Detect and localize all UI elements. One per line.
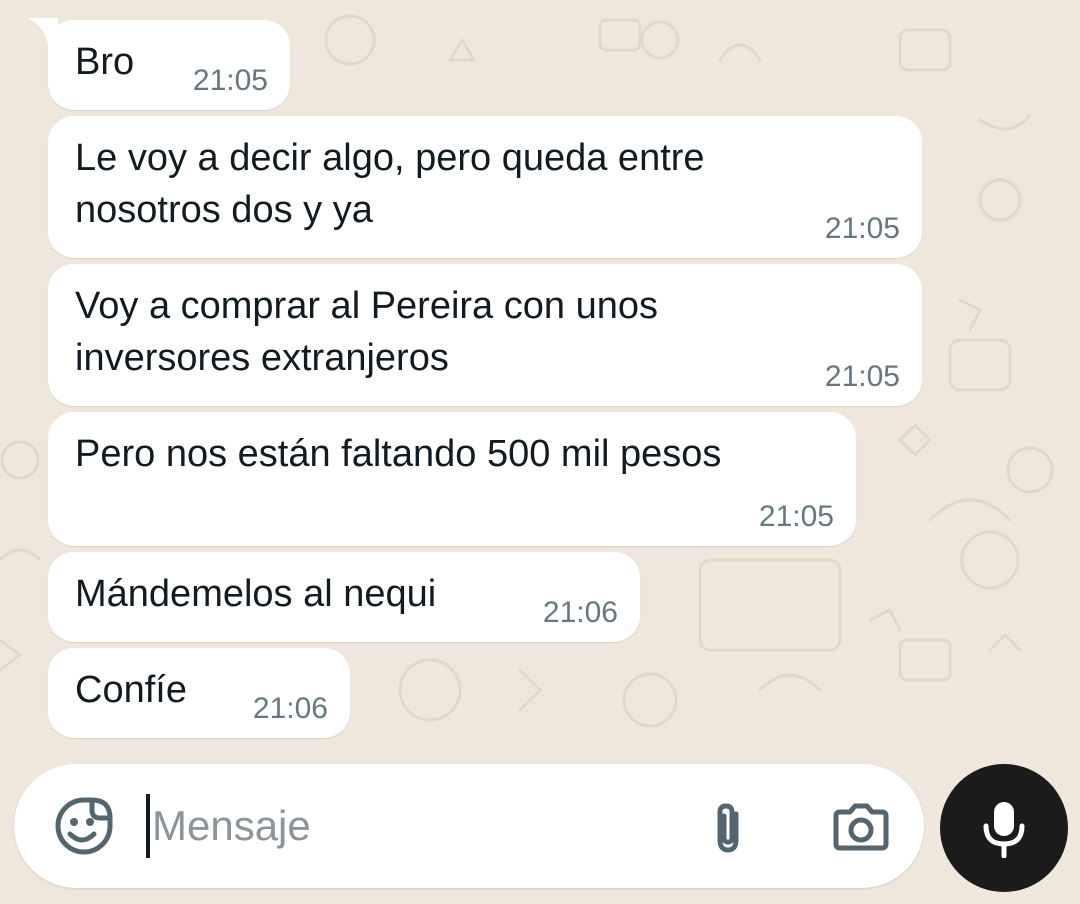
message-timestamp: 21:06: [252, 692, 328, 725]
message-timestamp: 21:05: [758, 500, 834, 533]
message-composer[interactable]: Mensaje: [14, 764, 924, 888]
message-bubble[interactable]: Mándemelos al nequi 21:06: [48, 552, 640, 642]
message-text: Confíe: [75, 669, 187, 711]
message-bubble[interactable]: Le voy a decir algo, pero queda entre no…: [48, 116, 922, 258]
message-timestamp: 21:05: [824, 360, 900, 393]
sticker-emoji-icon[interactable]: [54, 796, 114, 856]
message-text: Mándemelos al nequi: [75, 573, 437, 615]
microphone-icon: [983, 802, 1025, 858]
message-bubble[interactable]: Voy a comprar al Pereira con unos invers…: [48, 264, 922, 406]
message-input[interactable]: Mensaje: [152, 800, 311, 852]
paperclip-icon[interactable]: [708, 800, 748, 856]
message-timestamp: 21:05: [824, 212, 900, 245]
message-list[interactable]: Bro 21:05 Le voy a decir algo, pero qued…: [0, 0, 1080, 760]
message-timestamp: 21:05: [192, 64, 268, 97]
message-timestamp: 21:06: [542, 596, 618, 629]
message-text: Bro: [75, 41, 135, 83]
message-text: Pero nos están faltando 500 mil pesos: [75, 433, 722, 475]
voice-record-button[interactable]: [940, 764, 1068, 892]
camera-icon[interactable]: [832, 802, 890, 852]
message-bubble[interactable]: Bro 21:05: [48, 20, 290, 110]
message-text: Le voy a decir algo, pero queda entre no…: [75, 137, 705, 231]
text-cursor: [146, 794, 150, 858]
message-text: Voy a comprar al Pereira con unos invers…: [75, 285, 658, 379]
message-bubble[interactable]: Pero nos están faltando 500 mil pesos 21…: [48, 412, 856, 546]
message-bubble[interactable]: Confíe 21:06: [48, 648, 350, 738]
